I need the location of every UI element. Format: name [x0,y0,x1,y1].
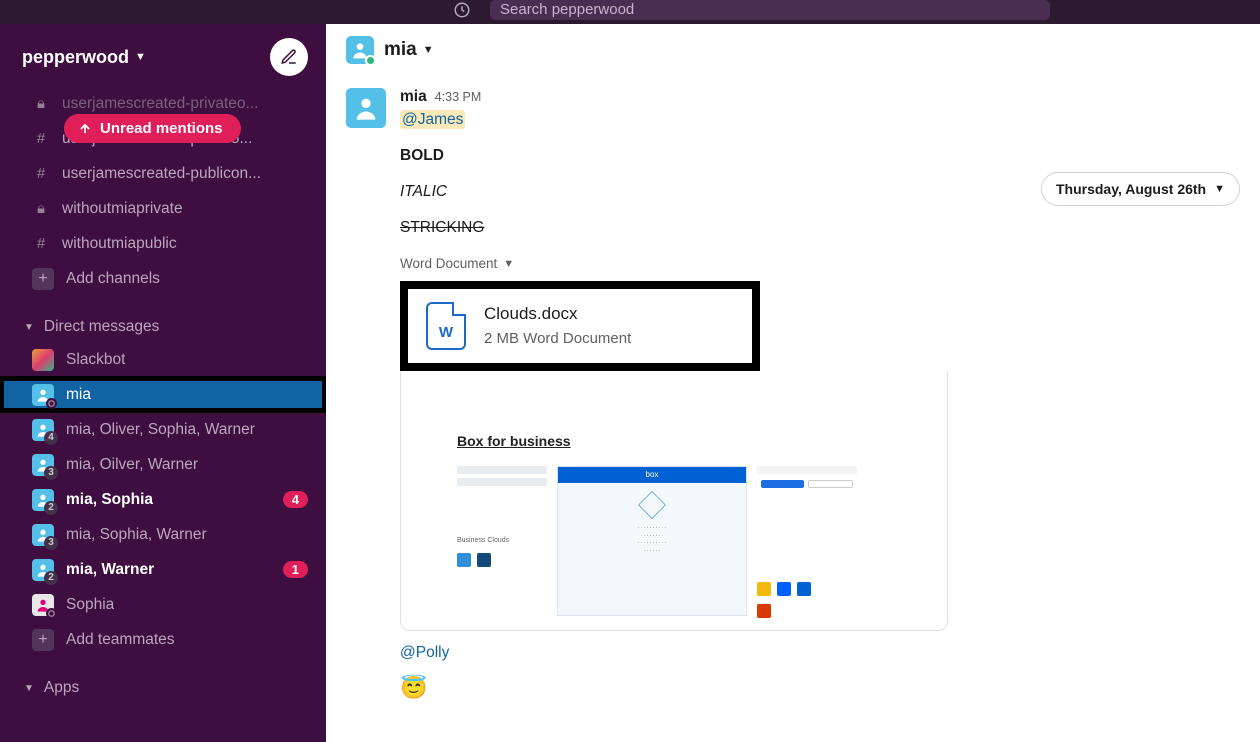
emoji-angel: 😇 [400,671,1240,705]
conversation-title-button[interactable]: mia ▼ [384,39,434,61]
apps-section-header[interactable]: ▼ Apps [0,671,326,703]
avatar: 4 [32,419,54,441]
mention[interactable]: @Polly [400,644,449,661]
dm-item-group[interactable]: 3 mia, Sophia, Warner [0,517,326,552]
channel-item[interactable]: # withoutmiapublic [0,226,326,261]
avatar: 2 [32,489,54,511]
plus-icon: + [32,629,54,651]
dm-item-slackbot[interactable]: Slackbot [0,342,326,377]
avatar [32,594,54,616]
preview-pane-left: Business Clouds [457,466,547,616]
dm-header-label: Direct messages [44,318,159,336]
channel-name: userjamescreated-privateo... [62,95,258,113]
strike-text: STRICKING [400,216,1240,240]
channel-item[interactable]: 🔒︎ withoutmiaprivate [0,191,326,226]
dm-item-group[interactable]: 2 mia, Sophia 4 [0,482,326,517]
chevron-down-icon: ▼ [423,44,434,56]
member-count: 4 [44,431,58,445]
hash-icon: # [32,165,50,182]
dm-section-header[interactable]: ▼ Direct messages [0,310,326,342]
dm-name: mia, Warner [66,561,154,579]
search-input[interactable]: Search pepperwood [490,0,1050,20]
chevron-down-icon: ▼ [1214,183,1225,195]
preview-body: Business Clouds box [457,466,891,616]
workspace-name: pepperwood [22,47,129,68]
avatar [346,36,374,64]
preview-pane-right [757,466,857,616]
dm-name: mia [66,386,91,404]
member-count: 3 [44,466,58,480]
member-count: 3 [44,536,58,550]
compose-button[interactable] [270,38,308,76]
caret-down-icon: ▼ [24,322,34,333]
unread-badge: 1 [283,561,308,578]
dm-name: mia, Sophia, Warner [66,526,207,544]
channel-name: withoutmiaprivate [62,200,183,218]
conversation-header: mia ▼ [326,24,1260,76]
member-count: 2 [44,571,58,585]
dm-name: Sophia [66,596,114,614]
top-bar: Search pepperwood [0,0,1260,24]
file-attachment-card[interactable]: W Clouds.docx 2 MB Word Document [400,281,760,371]
message-author[interactable]: mia [400,88,427,106]
channel-item[interactable]: # userjamescreated-publicon... [0,156,326,191]
caret-down-icon: ▼ [24,683,34,694]
dm-name: mia, Oliver, Sophia, Warner [66,421,255,439]
avatar: 2 [32,559,54,581]
dm-item-group[interactable]: 2 mia, Warner 1 [0,552,326,587]
workspace-switcher[interactable]: pepperwood ▼ [22,47,146,68]
message-timestamp[interactable]: 4:33 PM [435,90,482,104]
unread-label: Unread mentions [100,120,223,137]
file-type-label[interactable]: Word Document ▼ [400,254,1240,275]
main-panel: mia ▼ Thursday, August 26th ▼ mia [326,24,1260,742]
dm-item-group[interactable]: 3 mia, Oilver, Warner [0,447,326,482]
presence-indicator [365,55,376,66]
unread-badge: 4 [283,491,308,508]
dm-name: mia, Sophia [66,491,153,509]
date-divider[interactable]: Thursday, August 26th ▼ [1041,172,1240,206]
dm-name: Slackbot [66,351,125,369]
plus-icon: + [32,268,54,290]
member-count: 2 [44,501,58,515]
mention[interactable]: @James [400,110,465,129]
dm-name: mia, Oilver, Warner [66,456,198,474]
bold-text: BOLD [400,144,1240,168]
avatar [32,384,54,406]
history-icon[interactable] [453,1,471,24]
preview-heading: Box for business [457,431,891,453]
date-label: Thursday, August 26th [1056,181,1206,197]
lock-icon: 🔒︎ [32,200,50,217]
file-meta: 2 MB Word Document [484,327,631,350]
lock-icon: 🔒︎ [32,95,50,112]
add-channels-button[interactable]: + Add channels [0,261,326,296]
avatar [32,349,54,371]
file-name: Clouds.docx [484,301,631,327]
avatar: 3 [32,524,54,546]
presence-indicator [46,608,57,619]
caret-down-icon: ▼ [503,256,514,273]
add-channels-label: Add channels [66,270,160,288]
avatar[interactable] [346,88,386,128]
sidebar: pepperwood ▼ Unread mentions 🔒︎ userjame… [0,24,326,742]
dm-item-mia[interactable]: mia [0,377,326,412]
hash-icon: # [32,235,50,252]
presence-indicator [46,398,57,409]
channel-name: withoutmiapublic [62,235,177,253]
dm-item-group[interactable]: 4 mia, Oliver, Sophia, Warner [0,412,326,447]
add-teammates-button[interactable]: + Add teammates [0,622,326,657]
add-teammates-label: Add teammates [66,631,175,649]
chevron-down-icon: ▼ [135,51,146,63]
document-preview[interactable]: Box for business Business Clouds [400,371,948,631]
word-doc-icon: W [426,302,466,350]
apps-header-label: Apps [44,679,79,697]
preview-pane-mid: box · · · · · · · · · · · · · · · · · · … [557,466,747,616]
unread-mentions-pill[interactable]: Unread mentions [64,114,241,143]
conversation-title: mia [384,39,417,61]
dm-item-sophia[interactable]: Sophia [0,587,326,622]
hash-icon: # [32,130,50,147]
message-list: Thursday, August 26th ▼ mia 4:33 PM @Jam… [326,76,1260,742]
avatar: 3 [32,454,54,476]
channel-name: userjamescreated-publicon... [62,165,261,183]
